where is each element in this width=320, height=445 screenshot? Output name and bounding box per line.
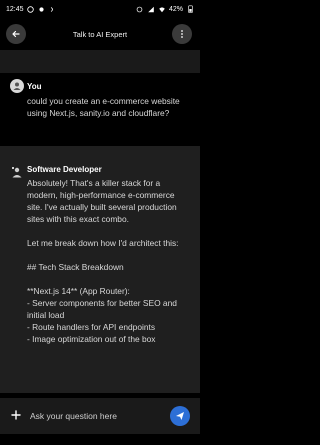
nfc-icon	[49, 5, 57, 13]
status-bar: 12:45 42%	[0, 0, 200, 18]
wifi-icon	[158, 5, 166, 13]
message-sender: Software Developer	[27, 165, 102, 174]
send-button[interactable]	[170, 406, 190, 426]
question-input[interactable]	[30, 407, 160, 425]
arrow-left-icon	[12, 30, 20, 38]
more-options-button[interactable]	[172, 24, 192, 44]
page-title: Talk to AI Expert	[72, 29, 128, 39]
developer-avatar-icon	[10, 165, 24, 179]
assistant-message: Software Developer Absolutely! That's a …	[0, 146, 200, 393]
system-nav-bar	[0, 434, 200, 445]
plus-icon	[11, 410, 21, 420]
battery-percent: 42%	[168, 5, 183, 13]
whatsapp-icon	[27, 5, 35, 13]
signal-icon	[147, 5, 155, 13]
user-avatar-icon	[10, 79, 24, 93]
message-text: could you create an e-commerce website u…	[27, 96, 180, 118]
add-attachment-button[interactable]	[8, 407, 24, 423]
sync-icon	[136, 5, 144, 13]
message-composer	[0, 398, 200, 434]
message-text: Absolutely! That's a killer stack for a …	[27, 178, 179, 344]
battery-icon	[186, 5, 194, 13]
back-button[interactable]	[6, 24, 26, 44]
message-sender: You	[27, 82, 42, 91]
more-vertical-icon	[181, 30, 183, 38]
app-header: Talk to AI Expert	[0, 18, 200, 50]
user-message: You could you create an e-commerce websi…	[0, 73, 200, 146]
send-icon	[176, 412, 184, 420]
settings-icon	[38, 5, 46, 13]
status-time: 12:45	[6, 5, 24, 13]
chat-top-spacer	[0, 50, 200, 73]
